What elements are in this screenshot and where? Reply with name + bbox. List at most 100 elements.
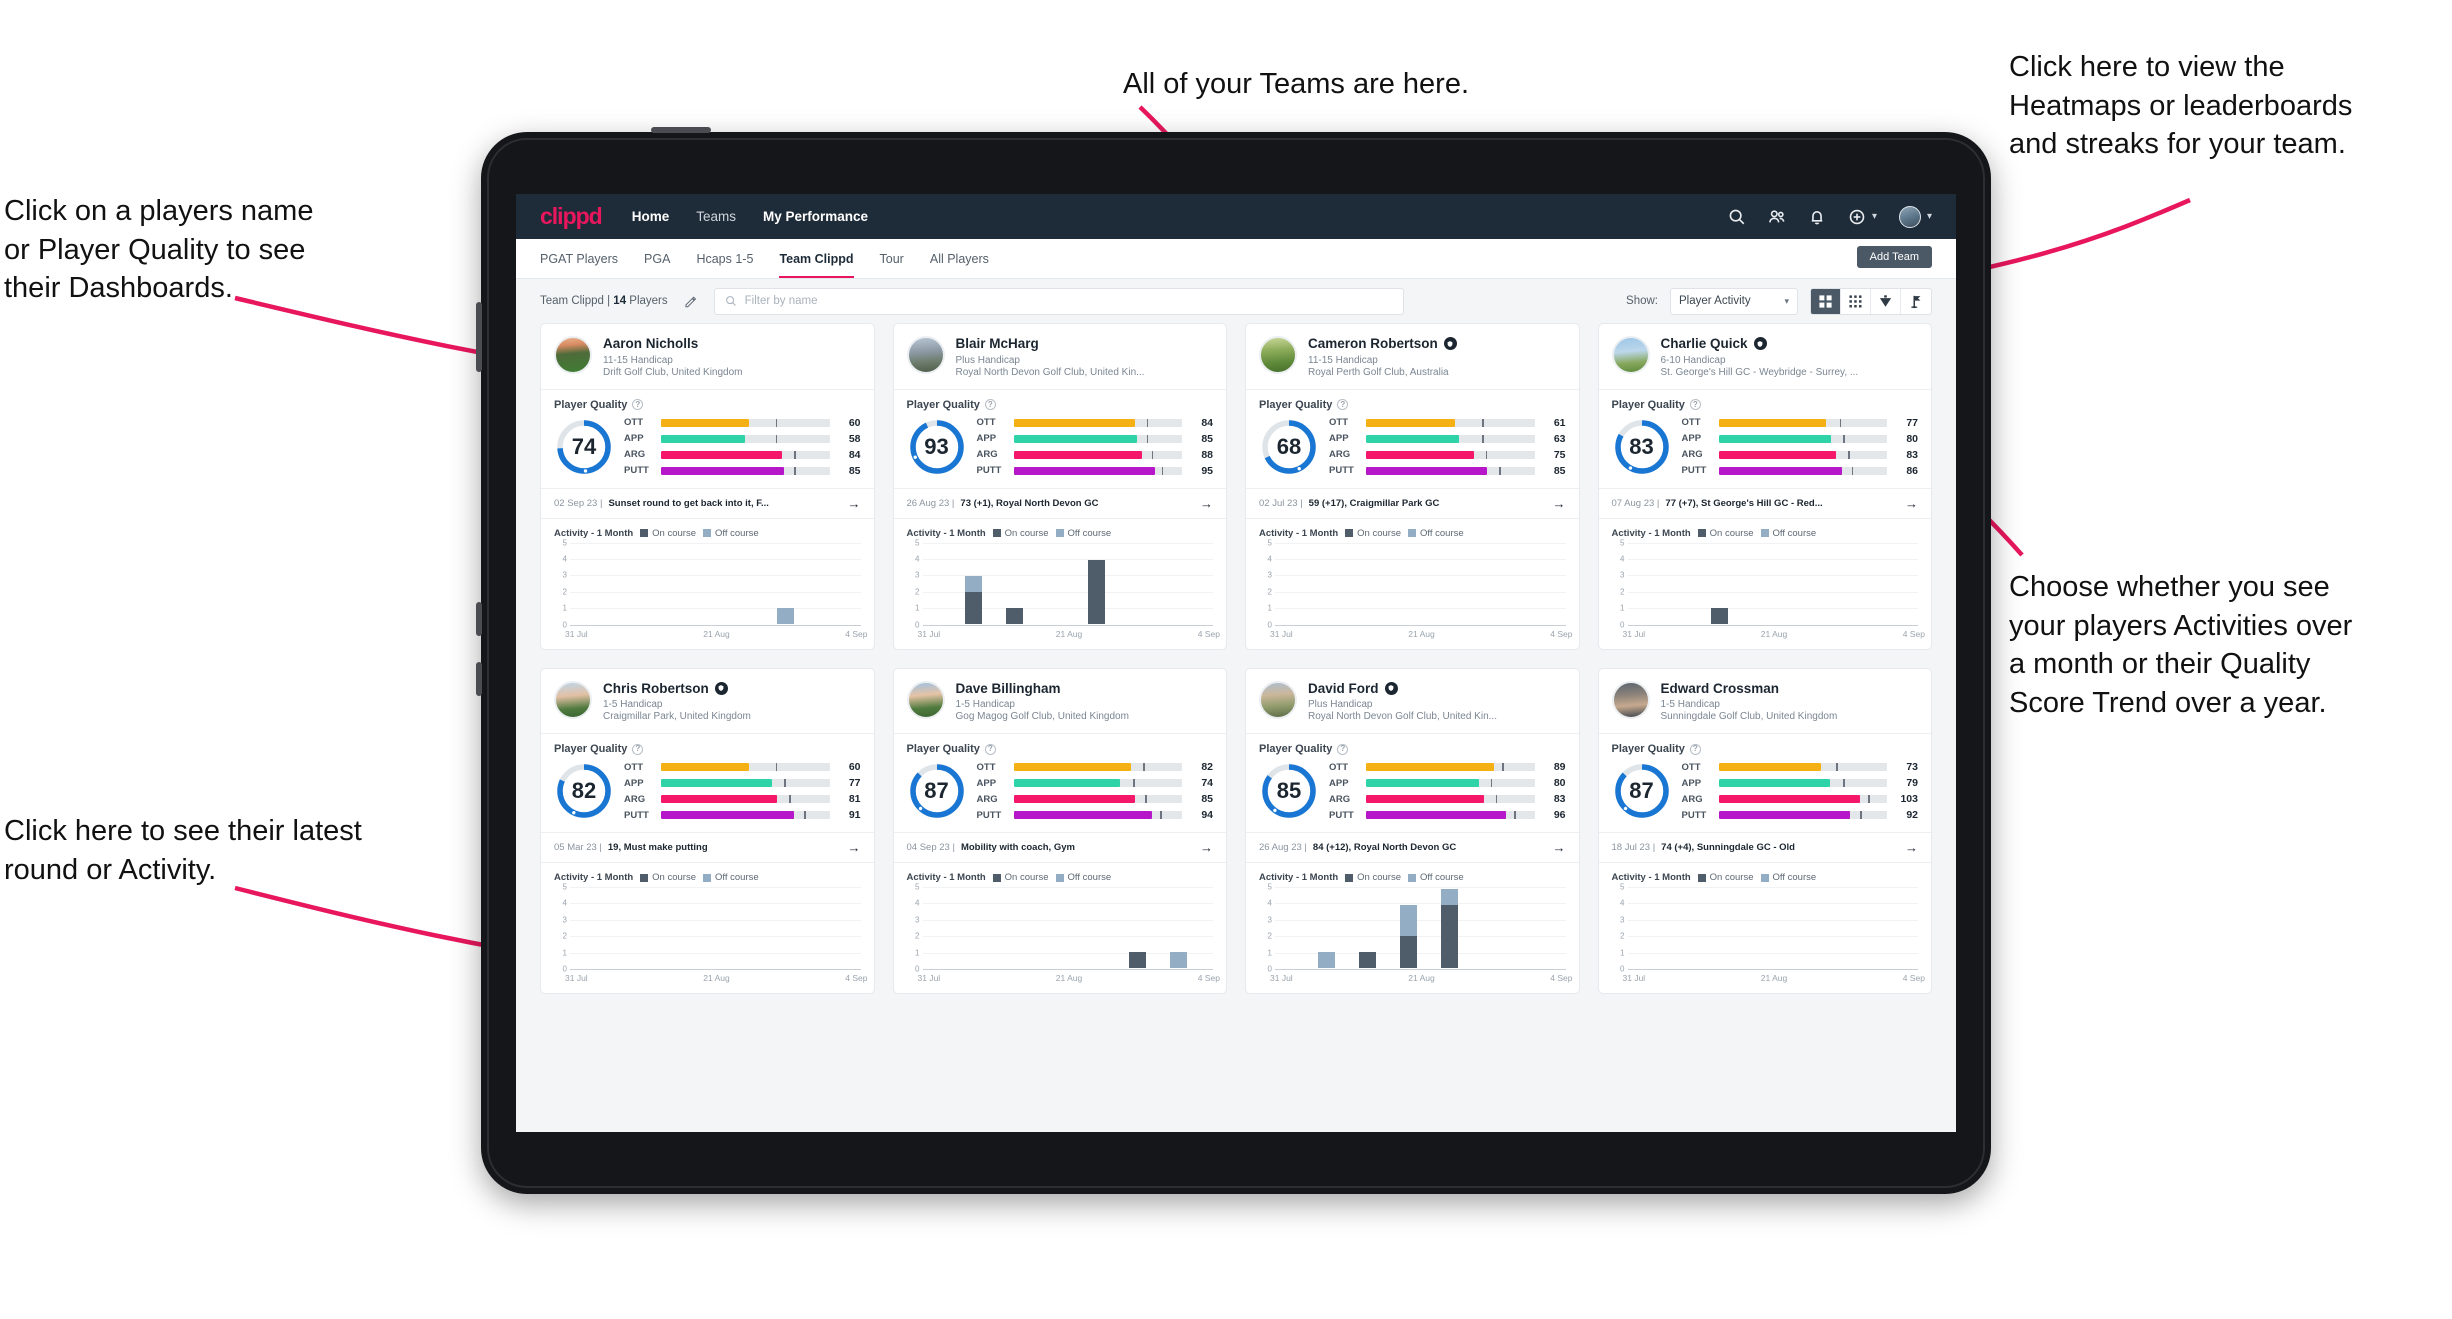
- nav-item-my-performance[interactable]: My Performance: [763, 209, 868, 224]
- help-icon[interactable]: ?: [632, 399, 644, 411]
- help-icon[interactable]: ?: [632, 743, 644, 755]
- avatar[interactable]: [1259, 680, 1297, 719]
- arrow-right-icon[interactable]: →: [1553, 497, 1566, 510]
- nav-item-home[interactable]: Home: [632, 209, 670, 224]
- leaderboard-flag-icon[interactable]: [1901, 289, 1931, 314]
- skill-bar-track: [1366, 811, 1535, 820]
- avatar[interactable]: [1611, 336, 1650, 374]
- help-icon[interactable]: ?: [1337, 399, 1349, 411]
- player-name[interactable]: Dave Billingham: [956, 681, 1129, 697]
- player-activity-select[interactable]: Player Activity ▾: [1670, 287, 1798, 315]
- player-handicap: 11-15 Handicap: [603, 354, 673, 366]
- help-icon[interactable]: ?: [1689, 399, 1701, 411]
- arrow-right-icon[interactable]: →: [848, 497, 861, 510]
- skill-bar-fill: [1366, 811, 1506, 820]
- arrow-right-icon[interactable]: →: [1905, 497, 1918, 510]
- skill-row: ARG 84: [624, 449, 861, 461]
- plus-circle-icon[interactable]: [1848, 208, 1866, 226]
- player-card[interactable]: Dave Billingham 1-5 Handicap Gog Magog G…: [892, 667, 1227, 995]
- latest-round-row[interactable]: 18 Jul 23 | 74 (+4), Sunningdale GC - Ol…: [1598, 832, 1931, 864]
- latest-round-row[interactable]: 05 Mar 23 | 19, Must make putting →: [541, 832, 874, 864]
- avatar[interactable]: [554, 336, 592, 374]
- skill-bar-track: [1366, 434, 1535, 443]
- tab-team-clippd[interactable]: Team Clippd: [779, 239, 854, 278]
- player-card-header[interactable]: Aaron Nicholls 11-15 Handicap Drift Golf…: [541, 324, 874, 389]
- player-name[interactable]: Cameron Robertson: [1308, 336, 1457, 352]
- player-card[interactable]: David Ford Plus Handicap Royal North Dev…: [1245, 667, 1580, 995]
- avatar[interactable]: [906, 680, 945, 719]
- player-card[interactable]: Blair McHarg Plus Handicap Royal North D…: [892, 323, 1227, 650]
- player-card-header[interactable]: Dave Billingham 1-5 Handicap Gog Magog G…: [894, 669, 1227, 734]
- player-card-header[interactable]: Edward Crossman 1-5 Handicap Sunningdale…: [1599, 669, 1932, 734]
- arrow-right-icon[interactable]: →: [1200, 841, 1213, 854]
- skill-bar-marker: [1161, 466, 1164, 475]
- avatar[interactable]: [554, 680, 592, 719]
- player-quality-ring[interactable]: 85: [1259, 761, 1319, 821]
- search-icon[interactable]: [1728, 208, 1746, 226]
- latest-round-row[interactable]: 02 Sep 23 | Sunset round to get back int…: [541, 487, 874, 519]
- avatar[interactable]: [1259, 336, 1297, 374]
- bell-icon[interactable]: [1808, 208, 1826, 226]
- player-card-header[interactable]: Cameron Robertson 11-15 Handicap Royal P…: [1246, 324, 1579, 389]
- player-quality-ring[interactable]: 83: [1612, 417, 1672, 477]
- avatar[interactable]: [906, 336, 945, 374]
- round-description: 77 (+7), St George's Hill GC - Red...: [1665, 497, 1823, 509]
- player-card-header[interactable]: David Ford Plus Handicap Royal North Dev…: [1246, 669, 1579, 734]
- arrow-right-icon[interactable]: →: [1553, 841, 1566, 854]
- help-icon[interactable]: ?: [1689, 743, 1701, 755]
- nav-item-teams[interactable]: Teams: [696, 209, 736, 224]
- player-card[interactable]: Charlie Quick 6-10 Handicap St. George's…: [1597, 323, 1932, 650]
- player-name[interactable]: Aaron Nicholls: [603, 336, 743, 352]
- player-card[interactable]: Chris Robertson 1-5 Handicap Craigmillar…: [540, 667, 875, 995]
- people-icon[interactable]: [1768, 208, 1786, 226]
- arrow-right-icon[interactable]: →: [848, 841, 861, 854]
- player-card-header[interactable]: Charlie Quick 6-10 Handicap St. George's…: [1599, 324, 1932, 389]
- avatar[interactable]: [1611, 680, 1650, 719]
- add-team-button[interactable]: Add Team: [1856, 246, 1932, 268]
- latest-round-row[interactable]: 02 Jul 23 | 59 (+17), Craigmillar Park G…: [1246, 487, 1579, 519]
- player-card[interactable]: Aaron Nicholls 11-15 Handicap Drift Golf…: [540, 323, 875, 650]
- player-quality-ring[interactable]: 74: [554, 417, 614, 477]
- heatmap-icon[interactable]: [1871, 288, 1901, 314]
- round-description: 19, Must make putting: [607, 842, 708, 854]
- latest-round-row[interactable]: 04 Sep 23 | Mobility with coach, Gym →: [893, 832, 1226, 864]
- clippd-logo[interactable]: clippd: [540, 203, 603, 230]
- grid-small-icon[interactable]: [1841, 288, 1871, 314]
- legend-label-off-course: Off course: [1067, 872, 1112, 884]
- arrow-right-icon[interactable]: →: [1905, 841, 1918, 854]
- tab-all-players[interactable]: All Players: [930, 239, 989, 278]
- latest-round-row[interactable]: 07 Aug 23 | 77 (+7), St George's Hill GC…: [1598, 487, 1931, 519]
- player-card-header[interactable]: Chris Robertson 1-5 Handicap Craigmillar…: [541, 669, 874, 734]
- tab-pga[interactable]: PGA: [644, 239, 670, 278]
- player-quality-ring[interactable]: 68: [1259, 417, 1319, 477]
- player-handicap: 1-5 Handicap: [955, 699, 1015, 711]
- latest-round-row[interactable]: 26 Aug 23 | 73 (+1), Royal North Devon G…: [893, 487, 1226, 519]
- player-quality-ring[interactable]: 82: [554, 761, 614, 821]
- player-card-header[interactable]: Blair McHarg Plus Handicap Royal North D…: [894, 324, 1227, 389]
- player-quality-ring[interactable]: 87: [1612, 761, 1672, 821]
- player-quality-ring[interactable]: 93: [907, 417, 967, 477]
- chevron-down-icon-add[interactable]: ▾: [1872, 211, 1877, 222]
- pencil-icon[interactable]: [680, 290, 702, 312]
- search-input[interactable]: Filter by name: [713, 287, 1404, 315]
- skill-bar-track: [1718, 795, 1887, 804]
- player-card[interactable]: Cameron Robertson 11-15 Handicap Royal P…: [1245, 323, 1580, 650]
- help-icon[interactable]: ?: [1337, 743, 1349, 755]
- player-card[interactable]: Edward Crossman 1-5 Handicap Sunningdale…: [1597, 667, 1932, 995]
- help-icon[interactable]: ?: [984, 743, 996, 755]
- help-icon[interactable]: ?: [984, 399, 996, 411]
- tab-hcaps-1-5[interactable]: Hcaps 1-5: [696, 239, 753, 278]
- player-name[interactable]: Edward Crossman: [1661, 681, 1838, 697]
- player-name[interactable]: Blair McHarg: [956, 336, 1145, 352]
- avatar[interactable]: [1898, 205, 1921, 228]
- tab-pgat-players[interactable]: PGAT Players: [540, 239, 618, 278]
- arrow-right-icon[interactable]: →: [1200, 497, 1213, 510]
- grid-large-icon[interactable]: [1811, 288, 1841, 314]
- player-name[interactable]: Chris Robertson: [603, 681, 751, 697]
- player-name[interactable]: Charlie Quick: [1661, 336, 1859, 352]
- latest-round-row[interactable]: 26 Aug 23 | 84 (+12), Royal North Devon …: [1246, 832, 1579, 864]
- player-quality-ring[interactable]: 87: [907, 761, 967, 821]
- tab-tour[interactable]: Tour: [880, 239, 904, 278]
- chevron-down-icon-profile[interactable]: ▾: [1927, 211, 1932, 222]
- player-name[interactable]: David Ford: [1308, 681, 1497, 697]
